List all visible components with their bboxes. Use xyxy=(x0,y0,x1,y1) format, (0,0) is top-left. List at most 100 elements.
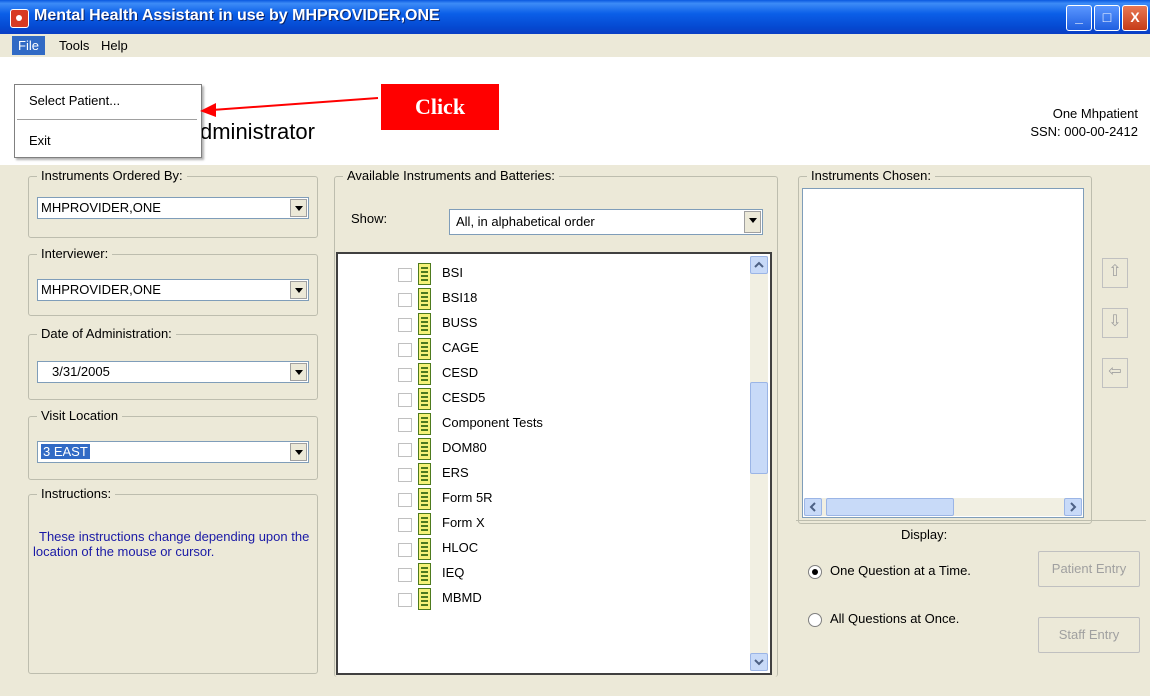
scroll-thumb[interactable] xyxy=(826,498,954,516)
chevron-down-icon[interactable] xyxy=(744,211,761,233)
staff-entry-button[interactable]: Staff Entry xyxy=(1038,617,1140,653)
checkbox[interactable] xyxy=(398,293,412,307)
checkbox[interactable] xyxy=(398,468,412,482)
scroll-up-button[interactable] xyxy=(750,256,768,274)
list-item[interactable]: CAGE xyxy=(338,337,748,362)
checkbox[interactable] xyxy=(398,393,412,407)
page-title: dministrator xyxy=(200,119,315,144)
all-questions-radio[interactable] xyxy=(808,613,822,627)
list-item[interactable]: Form X xyxy=(338,512,748,537)
chevron-down-icon[interactable] xyxy=(290,281,307,299)
chevron-down-icon[interactable] xyxy=(290,363,307,381)
list-item[interactable]: BUSS xyxy=(338,312,748,337)
main-window: Mental Health Assistant in use by MHPROV… xyxy=(0,0,1150,696)
list-item[interactable]: BSI xyxy=(338,262,748,287)
checkbox[interactable] xyxy=(398,318,412,332)
display-panel: Display: One Question at a Time. All Que… xyxy=(796,520,1146,683)
list-item[interactable]: BSI18 xyxy=(338,287,748,312)
menu-bar: File Tools Help xyxy=(0,34,1150,57)
title-bar[interactable]: Mental Health Assistant in use by MHPROV… xyxy=(0,0,1150,34)
scroll-right-button[interactable] xyxy=(1064,498,1082,516)
checkbox[interactable] xyxy=(398,343,412,357)
app-icon[interactable] xyxy=(10,9,29,28)
chevron-right-icon xyxy=(1070,502,1077,512)
left-arrow-icon: ⇦ xyxy=(1108,363,1122,380)
menu-file[interactable]: File xyxy=(12,36,45,55)
document-icon xyxy=(418,513,431,535)
list-item[interactable]: ERS xyxy=(338,462,748,487)
checkbox[interactable] xyxy=(398,568,412,582)
chevron-left-icon xyxy=(809,502,816,512)
checkbox[interactable] xyxy=(398,443,412,457)
instructions-label: Instructions: xyxy=(37,486,116,501)
horizontal-scrollbar[interactable] xyxy=(804,498,1082,516)
location-select[interactable]: 3 EAST xyxy=(37,441,309,463)
one-question-radio[interactable] xyxy=(808,565,822,579)
vertical-scrollbar[interactable] xyxy=(750,256,768,671)
checkbox[interactable] xyxy=(398,543,412,557)
all-questions-label[interactable]: All Questions at Once. xyxy=(830,611,959,626)
annotation-arrow-icon xyxy=(200,97,379,117)
date-picker[interactable]: 3/31/2005 xyxy=(37,361,309,383)
chevron-down-icon[interactable] xyxy=(290,199,307,217)
instrument-label: ERS xyxy=(442,465,469,480)
close-button[interactable]: X xyxy=(1122,5,1148,31)
instrument-label: CESD5 xyxy=(442,390,486,405)
menu-tools[interactable]: Tools xyxy=(53,36,95,55)
interviewer-value: MHPROVIDER,ONE xyxy=(41,282,161,297)
document-icon xyxy=(418,538,431,560)
document-icon xyxy=(418,488,431,510)
instrument-label: CESD xyxy=(442,365,479,380)
instrument-label: Form 5R xyxy=(442,490,493,505)
list-item[interactable]: DOM80 xyxy=(338,437,748,462)
checkbox[interactable] xyxy=(398,493,412,507)
checkbox[interactable] xyxy=(398,593,412,607)
checkbox[interactable] xyxy=(398,418,412,432)
list-item[interactable]: HLOC xyxy=(338,537,748,562)
instructions-group: Instructions: These instructions change … xyxy=(28,486,318,674)
patient-entry-button[interactable]: Patient Entry xyxy=(1038,551,1140,587)
instrument-list[interactable]: BSI BSI18 BUSS CAGE CESD CESD5 Component… xyxy=(336,252,772,675)
list-item[interactable]: IEQ xyxy=(338,562,748,587)
minimize-button[interactable]: _ xyxy=(1066,5,1092,31)
document-icon xyxy=(418,338,431,360)
scroll-left-button[interactable] xyxy=(804,498,822,516)
show-value: All, in alphabetical order xyxy=(456,214,595,229)
instrument-label: DOM80 xyxy=(442,440,487,455)
checkbox[interactable] xyxy=(398,268,412,282)
patient-name: One Mhpatient xyxy=(1052,106,1138,121)
interviewer-group: Interviewer: MHPROVIDER,ONE xyxy=(28,246,318,316)
checkbox[interactable] xyxy=(398,368,412,382)
list-item[interactable]: Form 5R xyxy=(338,487,748,512)
instructions-text: These instructions change depending upon… xyxy=(33,529,310,559)
interviewer-select[interactable]: MHPROVIDER,ONE xyxy=(37,279,309,301)
list-item[interactable]: MBMD xyxy=(338,587,748,612)
window-title: Mental Health Assistant in use by MHPROV… xyxy=(34,7,440,24)
patient-ssn: SSN: 000-00-2412 xyxy=(1030,124,1138,139)
show-select[interactable]: All, in alphabetical order xyxy=(449,209,763,235)
chevron-down-icon xyxy=(754,659,764,666)
chevron-down-icon[interactable] xyxy=(290,443,307,461)
remove-button[interactable]: ⇦ xyxy=(1102,358,1128,388)
scroll-thumb[interactable] xyxy=(750,382,768,474)
checkbox[interactable] xyxy=(398,518,412,532)
list-item[interactable]: Component Tests xyxy=(338,412,748,437)
chosen-list[interactable] xyxy=(802,188,1084,518)
document-icon xyxy=(418,313,431,335)
show-label: Show: xyxy=(351,211,388,226)
document-icon xyxy=(418,463,431,485)
move-down-button[interactable]: ⇩ xyxy=(1102,308,1128,338)
list-item[interactable]: CESD xyxy=(338,362,748,387)
list-item[interactable]: CESD5 xyxy=(338,387,748,412)
up-arrow-icon: ⇧ xyxy=(1108,263,1122,280)
one-question-label[interactable]: One Question at a Time. xyxy=(830,563,971,578)
menu-item-exit[interactable]: Exit xyxy=(15,129,201,153)
menu-help[interactable]: Help xyxy=(95,36,134,55)
move-up-button[interactable]: ⇧ xyxy=(1102,258,1128,288)
menu-item-select-patient[interactable]: Select Patient... xyxy=(15,89,201,113)
ordered-by-select[interactable]: MHPROVIDER,ONE xyxy=(37,197,309,219)
scroll-down-button[interactable] xyxy=(750,653,768,671)
ordered-by-label: Instruments Ordered By: xyxy=(37,168,187,183)
maximize-button[interactable]: □ xyxy=(1094,5,1120,31)
date-group: Date of Administration: 3/31/2005 xyxy=(28,326,318,400)
